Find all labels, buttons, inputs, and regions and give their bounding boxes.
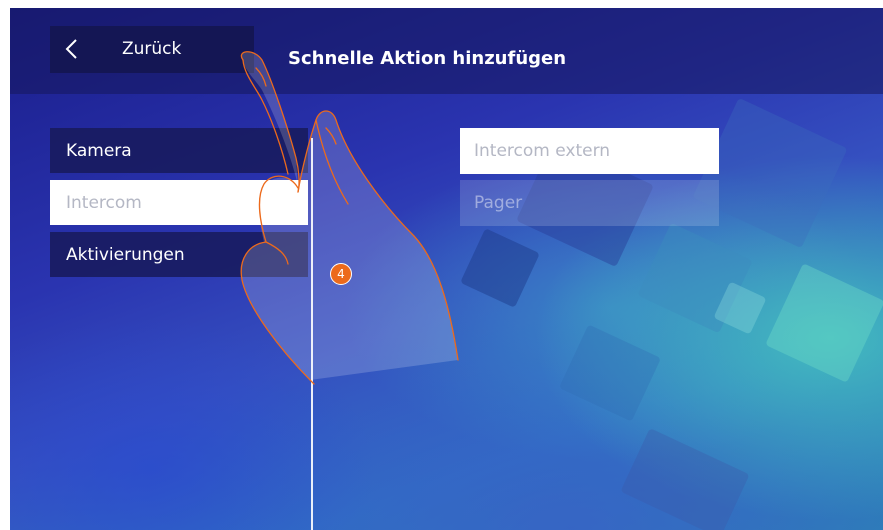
menu-item-label: Aktivierungen (66, 244, 185, 265)
background-cube (765, 263, 883, 383)
menu-item-label: Intercom (66, 192, 142, 213)
submenu-item-pager: Pager (460, 180, 719, 226)
submenu-item-label: Intercom extern (474, 141, 611, 161)
submenu-item-intercom-extern[interactable]: Intercom extern (460, 128, 719, 174)
background-cube (620, 428, 750, 530)
column-divider (311, 138, 313, 530)
chevron-left-icon (65, 39, 77, 59)
menu-item-kamera[interactable]: Kamera (50, 128, 308, 173)
back-button[interactable]: Zurück (50, 26, 254, 73)
background-cube (460, 228, 540, 308)
background-cube (558, 324, 662, 422)
menu-item-intercom[interactable]: Intercom (50, 180, 308, 225)
menu-item-label: Kamera (66, 140, 132, 161)
submenu-item-label: Pager (474, 193, 523, 213)
touch-screen: Zurück Schnelle Aktion hinzufügen Kamera… (10, 8, 883, 530)
step-number-badge: 4 (330, 263, 352, 285)
page-title: Schnelle Aktion hinzufügen (288, 48, 567, 69)
back-label: Zurück (122, 39, 182, 59)
menu-item-aktivierungen[interactable]: Aktivierungen (50, 232, 308, 277)
